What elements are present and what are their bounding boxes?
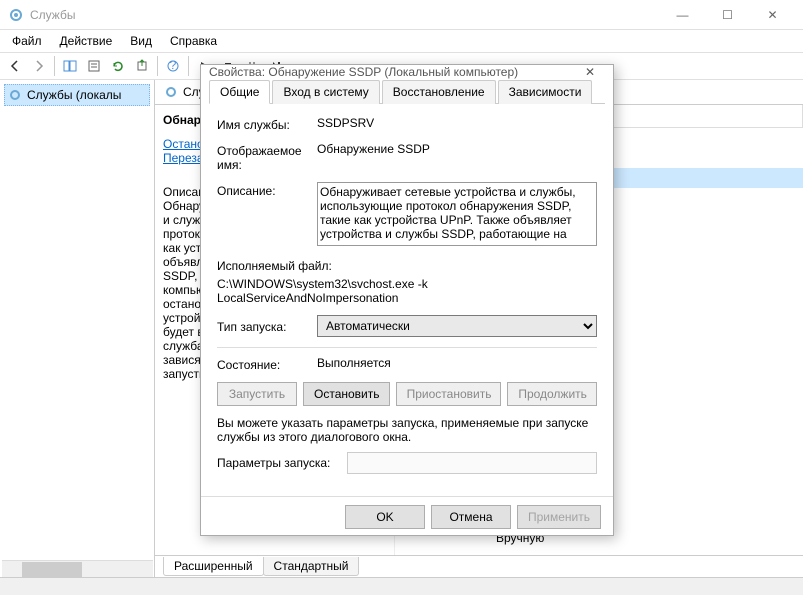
dialog-title: Свойства: Обнаружение SSDP (Локальный ко… xyxy=(209,65,575,79)
startup-type-select[interactable]: Автоматически xyxy=(317,315,597,337)
menu-view[interactable]: Вид xyxy=(122,32,160,50)
state-label: Состояние: xyxy=(217,356,317,372)
dialog-buttons: OK Отмена Применить xyxy=(201,496,613,537)
gear-icon xyxy=(7,87,23,103)
ok-button[interactable]: OK xyxy=(345,505,425,529)
refresh-button[interactable] xyxy=(107,55,129,77)
start-params-hint: Вы можете указать параметры запуска, при… xyxy=(217,416,597,444)
service-control-buttons: Запустить Остановить Приостановить Продо… xyxy=(217,382,597,406)
service-name-label: Имя службы: xyxy=(217,116,317,132)
window-title: Службы xyxy=(30,8,660,22)
tab-logon[interactable]: Вход в систему xyxy=(272,80,379,104)
separator xyxy=(157,56,158,76)
separator xyxy=(188,56,189,76)
display-name-label: Отображаемое имя: xyxy=(217,142,317,172)
tree-node-services[interactable]: Службы (локалы xyxy=(4,84,150,106)
apply-button: Применить xyxy=(517,505,601,529)
executable-value: C:\WINDOWS\system32\svchost.exe -k Local… xyxy=(217,277,597,305)
back-button[interactable] xyxy=(4,55,26,77)
start-params-input xyxy=(347,452,597,474)
help-button[interactable]: ? xyxy=(162,55,184,77)
tree-pane: Службы (локалы xyxy=(0,80,155,577)
stop-button[interactable]: Остановить xyxy=(303,382,390,406)
resume-button: Продолжить xyxy=(507,382,597,406)
cancel-button[interactable]: Отмена xyxy=(431,505,511,529)
minimize-button[interactable]: — xyxy=(660,0,705,29)
description-textarea[interactable]: Обнаруживает сетевые устройства и службы… xyxy=(317,182,597,246)
tree-node-label: Службы (локалы xyxy=(27,88,121,102)
tab-dependencies[interactable]: Зависимости xyxy=(498,80,593,104)
close-button[interactable]: ✕ xyxy=(750,0,795,29)
gear-icon xyxy=(163,84,179,100)
export-button[interactable] xyxy=(131,55,153,77)
maximize-button[interactable]: ☐ xyxy=(705,0,750,29)
start-button: Запустить xyxy=(217,382,297,406)
tab-extended[interactable]: Расширенный xyxy=(163,557,264,576)
description-label: Описание: xyxy=(217,182,317,198)
separator xyxy=(217,347,597,348)
dialog-pane: Имя службы: SSDPSRV Отображаемое имя: Об… xyxy=(201,104,613,496)
view-button[interactable] xyxy=(59,55,81,77)
view-tabs: Расширенный Стандартный xyxy=(155,555,803,577)
executable-label: Исполняемый файл: xyxy=(217,259,332,273)
startup-type-label: Тип запуска: xyxy=(217,318,317,334)
statusbar xyxy=(0,577,803,595)
separator xyxy=(54,56,55,76)
menu-help[interactable]: Справка xyxy=(162,32,225,50)
start-params-label: Параметры запуска: xyxy=(217,456,347,470)
tab-recovery[interactable]: Восстановление xyxy=(382,80,496,104)
cell-state xyxy=(395,537,490,539)
tree-hscroll[interactable] xyxy=(2,560,153,577)
state-value: Выполняется xyxy=(317,356,597,370)
properties-dialog: Свойства: Обнаружение SSDP (Локальный ко… xyxy=(200,64,614,536)
dialog-close-button[interactable]: ✕ xyxy=(575,65,605,79)
pause-button: Приостановить xyxy=(396,382,502,406)
tab-general[interactable]: Общие xyxy=(209,80,270,104)
properties-button[interactable] xyxy=(83,55,105,77)
svg-text:?: ? xyxy=(170,59,177,72)
dialog-titlebar[interactable]: Свойства: Обнаружение SSDP (Локальный ко… xyxy=(201,65,613,79)
titlebar: Службы — ☐ ✕ xyxy=(0,0,803,30)
gear-icon xyxy=(8,7,24,23)
menubar: Файл Действие Вид Справка xyxy=(0,30,803,52)
dialog-tabs: Общие Вход в систему Восстановление Зави… xyxy=(209,79,605,104)
menu-file[interactable]: Файл xyxy=(4,32,50,50)
tab-standard[interactable]: Стандартный xyxy=(263,557,360,576)
service-name-value: SSDPSRV xyxy=(317,116,597,130)
display-name-value: Обнаружение SSDP xyxy=(317,142,597,156)
menu-action[interactable]: Действие xyxy=(52,32,121,50)
forward-button[interactable] xyxy=(28,55,50,77)
